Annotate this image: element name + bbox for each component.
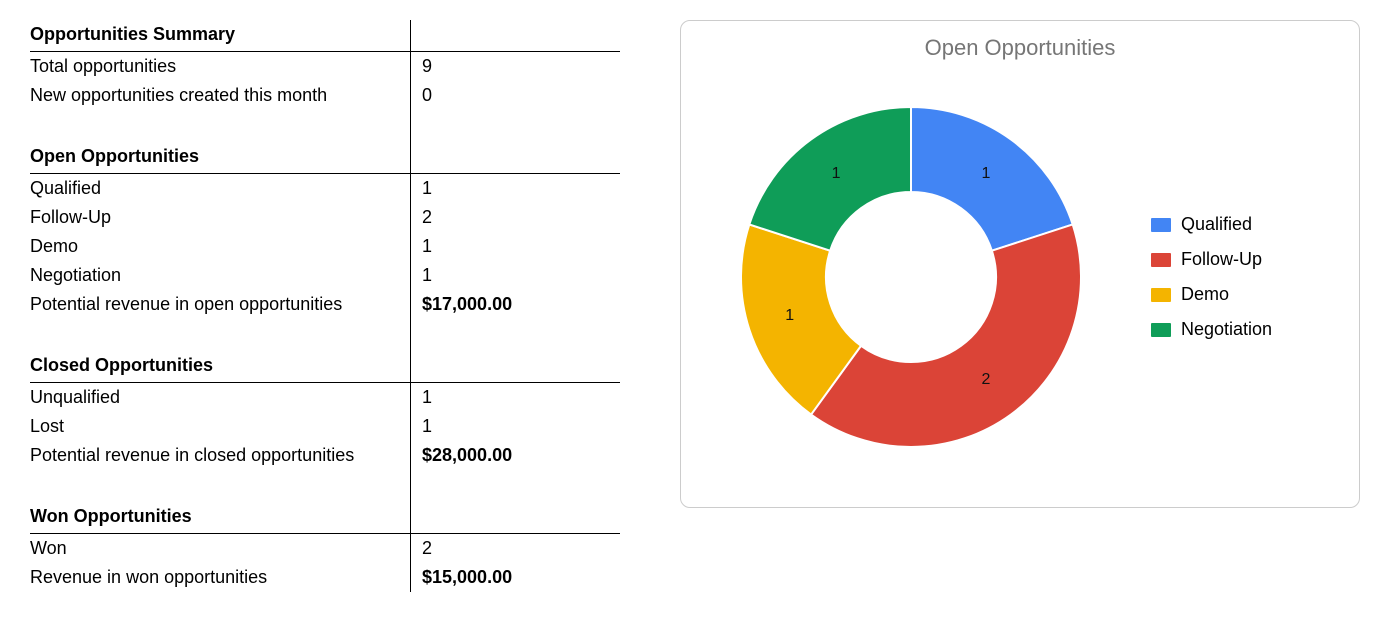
chart-title: Open Opportunities — [701, 35, 1339, 61]
section-heading-open: Open Opportunities — [30, 142, 620, 174]
section-summary: Opportunities Summary Total opportunitie… — [30, 20, 620, 110]
table-row-total: Revenue in won opportunities $15,000.00 — [30, 563, 620, 592]
table-row-total: Potential revenue in closed opportunitie… — [30, 441, 620, 470]
section-heading-summary: Opportunities Summary — [30, 20, 620, 52]
section-closed: Closed Opportunities Unqualified 1 Lost … — [30, 351, 620, 470]
row-value: 2 — [410, 538, 620, 559]
opportunities-table: Opportunities Summary Total opportunitie… — [30, 20, 620, 592]
row-value: 1 — [410, 236, 620, 257]
section-won: Won Opportunities Won 2 Revenue in won o… — [30, 502, 620, 592]
legend-swatch — [1151, 253, 1171, 267]
row-label: Unqualified — [30, 387, 410, 408]
row-value: 9 — [410, 56, 620, 77]
table-row: Won 2 — [30, 534, 620, 563]
legend-label: Demo — [1181, 284, 1229, 305]
section-heading-won: Won Opportunities — [30, 502, 620, 534]
donut-chart: 1211 — [701, 67, 1121, 487]
legend-item: Follow-Up — [1151, 249, 1272, 270]
row-label: Potential revenue in open opportunities — [30, 294, 410, 315]
chart-legend: Qualified Follow-Up Demo Negotiation — [1151, 214, 1272, 340]
legend-label: Follow-Up — [1181, 249, 1262, 270]
table-row: Negotiation 1 — [30, 261, 620, 290]
row-label: Total opportunities — [30, 56, 410, 77]
legend-label: Qualified — [1181, 214, 1252, 235]
table-row: Lost 1 — [30, 412, 620, 441]
row-label: Won — [30, 538, 410, 559]
table-row: Qualified 1 — [30, 174, 620, 203]
row-label: Follow-Up — [30, 207, 410, 228]
legend-item: Qualified — [1151, 214, 1272, 235]
table-row: Unqualified 1 — [30, 383, 620, 412]
legend-swatch — [1151, 288, 1171, 302]
donut-slice — [749, 107, 911, 251]
row-value: 1 — [410, 416, 620, 437]
section-heading-closed: Closed Opportunities — [30, 351, 620, 383]
donut-slice — [911, 107, 1073, 251]
column-divider — [410, 20, 411, 592]
table-row: Follow-Up 2 — [30, 203, 620, 232]
row-value: 1 — [410, 178, 620, 199]
table-row: Demo 1 — [30, 232, 620, 261]
legend-item: Demo — [1151, 284, 1272, 305]
section-open: Open Opportunities Qualified 1 Follow-Up… — [30, 142, 620, 319]
row-value: 2 — [410, 207, 620, 228]
legend-swatch — [1151, 218, 1171, 232]
legend-swatch — [1151, 323, 1171, 337]
legend-label: Negotiation — [1181, 319, 1272, 340]
table-row: Total opportunities 9 — [30, 52, 620, 81]
table-row-total: Potential revenue in open opportunities … — [30, 290, 620, 319]
chart-card-open-opportunities: Open Opportunities 1211 Qualified Follow-… — [680, 20, 1360, 508]
row-label: New opportunities created this month — [30, 85, 410, 106]
row-value: 1 — [410, 265, 620, 286]
row-label: Revenue in won opportunities — [30, 567, 410, 588]
row-value: $15,000.00 — [410, 567, 620, 588]
row-value: $28,000.00 — [410, 445, 620, 466]
row-label: Negotiation — [30, 265, 410, 286]
legend-item: Negotiation — [1151, 319, 1272, 340]
donut-slice — [811, 224, 1081, 447]
row-label: Qualified — [30, 178, 410, 199]
row-label: Demo — [30, 236, 410, 257]
row-label: Potential revenue in closed opportunitie… — [30, 445, 410, 466]
row-value: $17,000.00 — [410, 294, 620, 315]
row-label: Lost — [30, 416, 410, 437]
row-value: 1 — [410, 387, 620, 408]
table-row: New opportunities created this month 0 — [30, 81, 620, 110]
row-value: 0 — [410, 85, 620, 106]
